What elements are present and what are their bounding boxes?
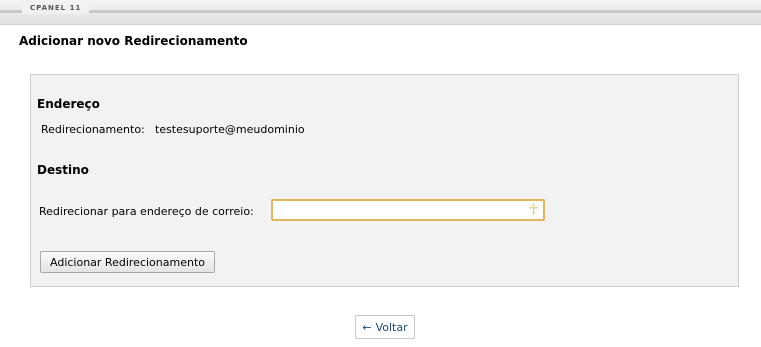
forward-email-field[interactable]: ☥ [271,199,545,222]
destination-section-title: Destino [37,163,89,177]
redirect-form-panel: Endereço Redirecionamento: testesuporte@… [30,74,739,287]
address-section-title: Endereço [37,97,100,111]
cpanel-logo: CPANEL 11 [22,2,90,14]
page-title: Adicionar novo Redirecionamento [19,34,248,48]
redirect-address-value: testesuporte@meudominio [155,123,305,136]
back-button-label: Voltar [375,320,408,334]
top-header-bar: CPANEL 11 [0,0,761,25]
back-arrow-icon: ← [362,320,372,334]
ankh-icon: ☥ [528,202,539,218]
redirect-label: Redirecionamento: [41,123,145,136]
header-rule [0,10,761,13]
forward-email-input[interactable] [273,203,521,222]
forward-email-label: Redirecionar para endereço de correio: [39,205,254,218]
back-button[interactable]: ← Voltar [355,315,415,339]
add-redirect-button[interactable]: Adicionar Redirecionamento [40,251,215,273]
